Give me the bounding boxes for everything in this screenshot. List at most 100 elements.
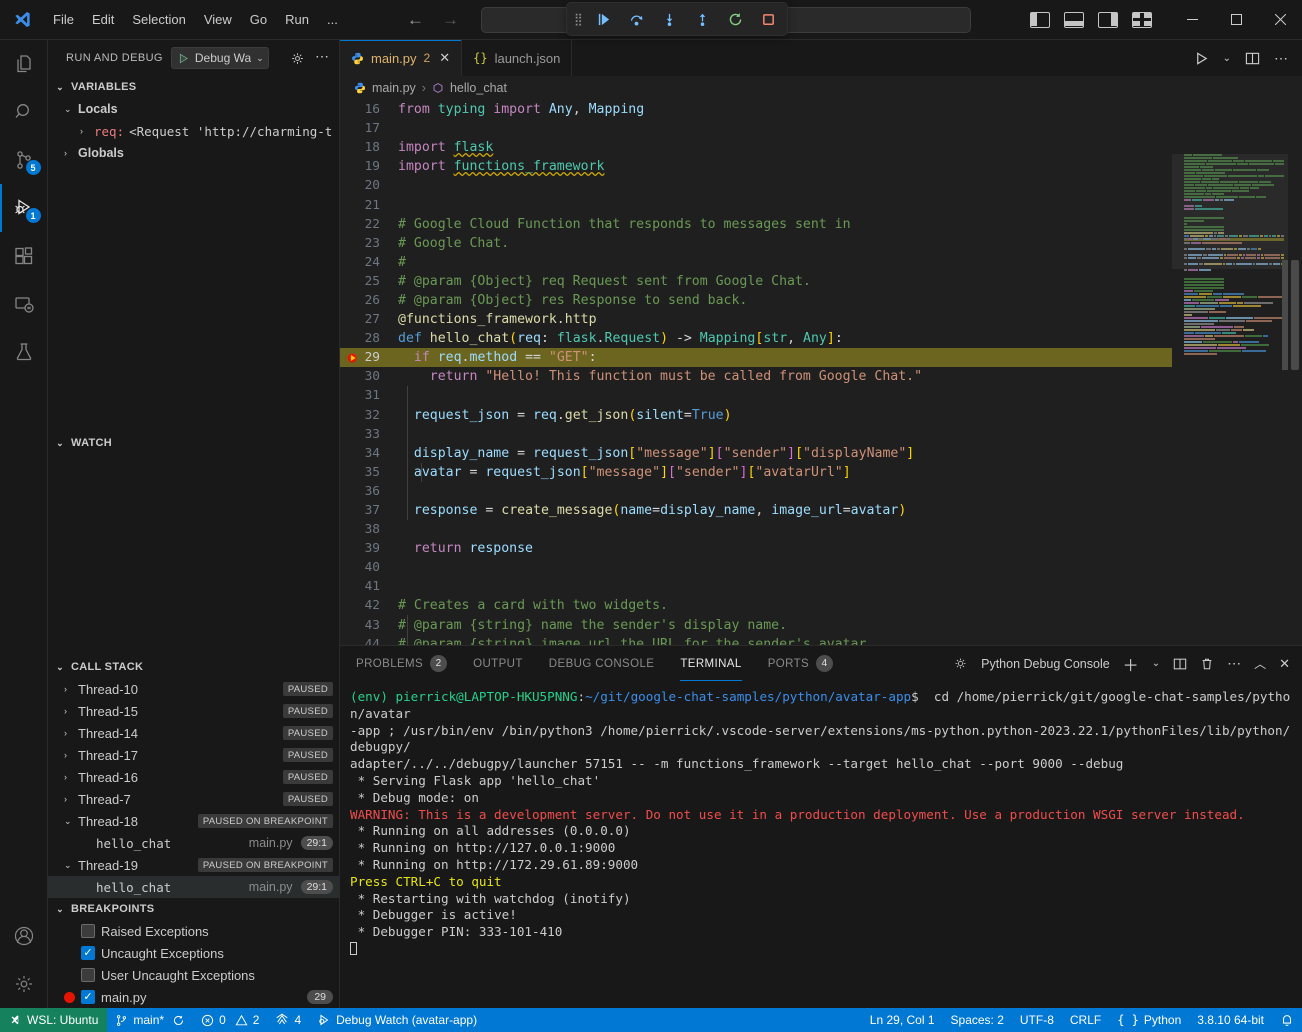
restart-icon[interactable]	[725, 8, 747, 30]
activity-run-and-debug-icon[interactable]: 1	[0, 184, 48, 232]
toggle-primary-sidebar-icon[interactable]	[1030, 12, 1050, 28]
editor-scrollbar-thumb[interactable]	[1291, 260, 1299, 370]
breakpoint-row[interactable]: main.py29	[48, 986, 339, 1008]
trash-icon[interactable]	[1200, 657, 1214, 671]
status-notifications[interactable]	[1272, 1008, 1302, 1032]
variables-locals-row[interactable]: ⌄ Locals	[48, 98, 339, 120]
code-line[interactable]: 37 response = create_message(name=displa…	[340, 501, 1172, 520]
code-line[interactable]: 16from typing import Any, Mapping	[340, 100, 1172, 119]
back-icon[interactable]: ←	[407, 10, 424, 30]
breakpoint-checkbox[interactable]	[81, 946, 95, 960]
code-line[interactable]: 17	[340, 119, 1172, 138]
code-line[interactable]: 39 return response	[340, 539, 1172, 558]
panel-tab-ports[interactable]: PORTS4	[768, 646, 833, 681]
call-stack-thread-row[interactable]: ›Thread-7PAUSED	[48, 788, 339, 810]
minimap-slider[interactable]	[1172, 154, 1288, 269]
editor-more-actions-icon[interactable]: ⋯	[1274, 53, 1288, 63]
status-problems[interactable]: 0 2	[193, 1008, 267, 1032]
breakpoint-row[interactable]: Uncaught Exceptions	[48, 942, 339, 964]
status-python-version[interactable]: 3.8.10 64-bit	[1189, 1008, 1272, 1032]
code-line[interactable]: 38	[340, 520, 1172, 539]
forward-icon[interactable]: →	[442, 10, 459, 30]
code-line[interactable]: 29 if req.method == "GET":	[340, 348, 1172, 367]
code-line[interactable]: 27@functions_framework.http	[340, 310, 1172, 329]
panel-tab-terminal[interactable]: TERMINAL	[680, 646, 741, 681]
code-line[interactable]: 30 return "Hello! This function must be …	[340, 367, 1172, 386]
chevron-down-icon[interactable]: ⌄	[1152, 658, 1160, 669]
breakpoint-row[interactable]: User Uncaught Exceptions	[48, 964, 339, 986]
code-line[interactable]: 43# @param {string} name the sender's di…	[340, 616, 1172, 635]
split-terminal-icon[interactable]	[1173, 657, 1187, 671]
code-line[interactable]: 32 request_json = req.get_json(silent=Tr…	[340, 406, 1172, 425]
call-stack-frame-row[interactable]: hello_chatmain.py29:1	[48, 832, 339, 854]
variables-section-header[interactable]: ⌄ VARIABLES	[48, 76, 339, 98]
call-stack-thread-row[interactable]: ›Thread-16PAUSED	[48, 766, 339, 788]
menu-view[interactable]: View	[195, 8, 241, 31]
stop-icon[interactable]	[758, 8, 780, 30]
breadcrumb-symbol[interactable]: hello_chat	[450, 81, 507, 95]
breakpoint-checkbox[interactable]	[81, 924, 95, 938]
menu-selection[interactable]: Selection	[123, 8, 194, 31]
code-line[interactable]: 24#	[340, 253, 1172, 272]
debug-floating-toolbar[interactable]: ⣿	[566, 2, 788, 36]
call-stack-thread-row[interactable]: ›Thread-10PAUSED	[48, 678, 339, 700]
code-line[interactable]: 36	[340, 482, 1172, 501]
code-line[interactable]: 40	[340, 558, 1172, 577]
activity-source-control-icon[interactable]: 5	[0, 136, 48, 184]
code-line[interactable]: 34 display_name = request_json["message"…	[340, 444, 1172, 463]
breakpoint-checkbox[interactable]	[81, 968, 95, 982]
code-line[interactable]: 41	[340, 577, 1172, 596]
run-python-file-icon[interactable]	[1194, 51, 1209, 66]
toggle-panel-icon[interactable]	[1064, 12, 1084, 28]
code-line[interactable]: 42# Creates a card with two widgets.	[340, 596, 1172, 615]
code-line[interactable]: 33	[340, 425, 1172, 444]
code-line[interactable]: 28def hello_chat(req: flask.Request) -> …	[340, 329, 1172, 348]
status-indentation[interactable]: Spaces: 2	[943, 1008, 1012, 1032]
activity-settings-icon[interactable]	[0, 960, 48, 1008]
code-editor[interactable]: 16from typing import Any, Mapping1718imp…	[340, 100, 1302, 645]
call-stack-thread-row[interactable]: ⌄Thread-19PAUSED ON BREAKPOINT	[48, 854, 339, 876]
panel-tab-debug-console[interactable]: DEBUG CONSOLE	[549, 646, 655, 681]
status-ports[interactable]: 4	[267, 1008, 309, 1032]
drag-handle-icon[interactable]: ⣿	[574, 15, 582, 23]
status-language-mode[interactable]: { } Python	[1109, 1008, 1189, 1032]
code-lines-container[interactable]: 16from typing import Any, Mapping1718imp…	[340, 100, 1172, 645]
call-stack-thread-row[interactable]: ⌄Thread-18PAUSED ON BREAKPOINT	[48, 810, 339, 832]
editor-scrollbar[interactable]	[1288, 100, 1302, 645]
menu-edit[interactable]: Edit	[83, 8, 123, 31]
close-icon[interactable]: ✕	[439, 50, 450, 66]
code-line[interactable]: 22# Google Cloud Function that responds …	[340, 215, 1172, 234]
menu-go[interactable]: Go	[241, 8, 276, 31]
code-line[interactable]: 19import functions_framework	[340, 157, 1172, 176]
call-stack-frame-row[interactable]: hello_chatmain.py29:1	[48, 876, 339, 898]
terminal-output[interactable]: (env) pierrick@LAPTOP-HKU5PNNG:~/git/goo…	[340, 681, 1302, 1008]
new-terminal-icon[interactable]: ＋	[1123, 652, 1139, 676]
code-line[interactable]: 20	[340, 176, 1172, 195]
activity-extensions-icon[interactable]	[0, 232, 48, 280]
breakpoint-row[interactable]: Raised Exceptions	[48, 920, 339, 942]
terminal-name[interactable]: Python Debug Console	[981, 657, 1110, 671]
activity-remote-explorer-icon[interactable]	[0, 280, 48, 328]
breadcrumb-file[interactable]: main.py	[372, 81, 416, 95]
status-encoding[interactable]: UTF-8	[1012, 1008, 1062, 1032]
breakpoints-section-header[interactable]: ⌄ BREAKPOINTS	[48, 898, 339, 920]
variables-globals-row[interactable]: › Globals	[48, 142, 339, 164]
sidebar-more-actions-icon[interactable]: ⋯	[315, 51, 329, 66]
split-editor-right-icon[interactable]	[1245, 51, 1260, 66]
menu-more[interactable]: ...	[318, 8, 347, 31]
window-maximize-button[interactable]	[1214, 0, 1258, 40]
code-line[interactable]: 26# @param {Object} res Response to send…	[340, 291, 1172, 310]
call-stack-thread-row[interactable]: ›Thread-17PAUSED	[48, 744, 339, 766]
breakpoint-checkbox[interactable]	[81, 990, 95, 1004]
debug-configuration-dropdown[interactable]: Debug Wa ⌄	[171, 47, 269, 69]
step-over-icon[interactable]	[626, 8, 648, 30]
status-cursor-position[interactable]: Ln 29, Col 1	[862, 1008, 943, 1032]
code-line[interactable]: 21	[340, 195, 1172, 214]
code-line[interactable]: 25# @param {Object} req Request sent fro…	[340, 272, 1172, 291]
code-line[interactable]: 18import flask	[340, 138, 1172, 157]
breakpoint-current-marker-icon[interactable]	[346, 351, 360, 365]
status-branch[interactable]: main*	[107, 1008, 193, 1032]
panel-tab-problems[interactable]: PROBLEMS2	[356, 646, 447, 681]
close-panel-icon[interactable]: ✕	[1279, 656, 1290, 672]
editor-tab-launch-json[interactable]: {} launch.json	[462, 40, 572, 76]
